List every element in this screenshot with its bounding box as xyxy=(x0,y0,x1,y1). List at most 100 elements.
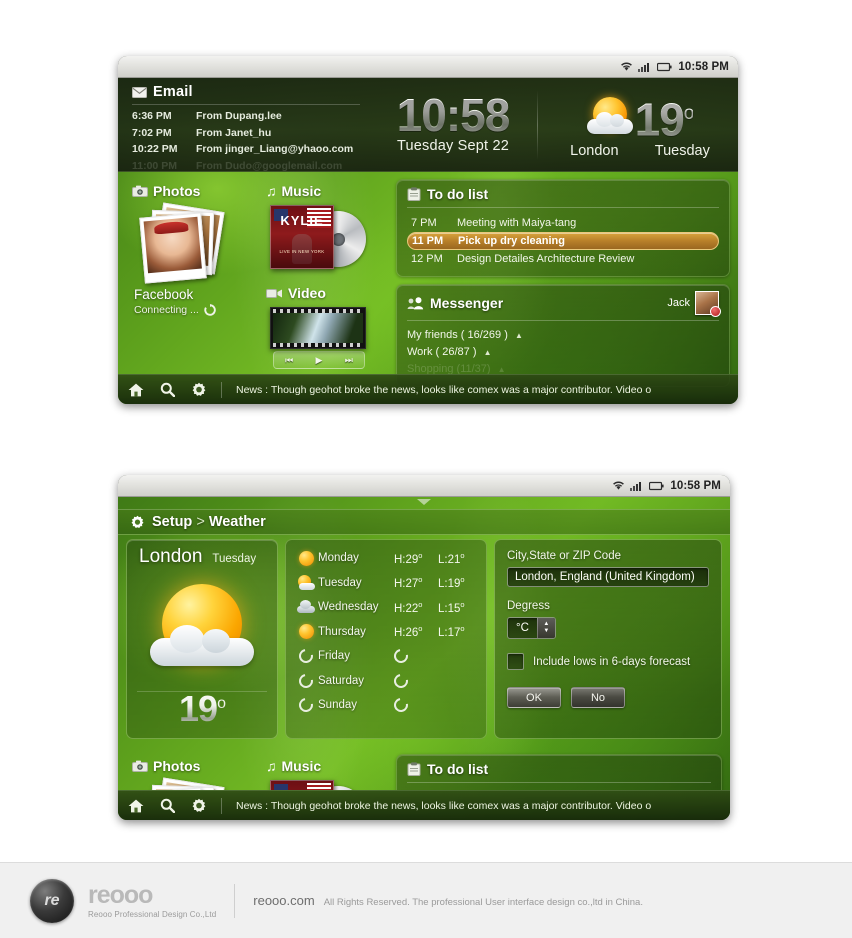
column-todo: To do list 7 PM Meeting with Maiya-tang … xyxy=(396,754,722,790)
forecast-list: Monday H:29o L:21o Tuesday H:27o L:19o W… xyxy=(285,539,487,739)
forecast-row[interactable]: Monday H:29o L:21o xyxy=(294,546,478,571)
degrees-stepper[interactable]: °C ▲ ▼ xyxy=(507,617,556,639)
dialog-buttons: OK No xyxy=(507,687,709,708)
forecast-day: Wednesday xyxy=(318,601,379,614)
forecast-row[interactable]: Saturday xyxy=(294,669,478,694)
clock-widget[interactable]: 10:58 Tuesday Sept 22 xyxy=(368,78,538,172)
footer-site[interactable]: reooo.com xyxy=(253,893,314,908)
todo-widget[interactable]: To do list 7 PM Meeting with Maiya-tang … xyxy=(396,754,722,790)
setup-widget-area: Photos ♫ Music KYLIE xyxy=(118,747,730,790)
forecast-row[interactable]: Thursday H:26o L:17o xyxy=(294,620,478,645)
next-button[interactable]: ⏭ xyxy=(345,355,353,366)
forecast-row[interactable]: Friday xyxy=(294,644,478,669)
sun-behind-cloud-icon xyxy=(150,584,254,680)
photos-widget-header[interactable]: Photos xyxy=(132,183,254,199)
video-widget-header[interactable]: Video xyxy=(266,285,390,301)
home-icon[interactable] xyxy=(128,799,144,813)
todo-row[interactable]: 12 PM Design Detailes Architecture Revie… xyxy=(407,250,719,268)
logo-text-group: reooo Reooo Professional Design Co.,Ltd xyxy=(88,882,216,919)
messenger-widget[interactable]: Messenger Jack My friends ( 16/269 ) ▲ W… xyxy=(396,284,730,387)
stepper-up-icon[interactable]: ▲ xyxy=(543,621,549,628)
degrees-value: °C xyxy=(516,622,529,634)
todo-divider xyxy=(407,207,719,208)
music-note-icon: ♫ xyxy=(266,758,277,774)
forecast-row[interactable]: Tuesday H:27o L:19o xyxy=(294,571,478,596)
forecast-high-loading xyxy=(391,646,438,666)
logo-subtitle: Reooo Professional Design Co.,Ltd xyxy=(88,910,217,919)
prev-button[interactable]: ⏮ xyxy=(285,355,293,366)
chevron-down-icon[interactable] xyxy=(417,499,431,505)
column-photos: Photos xyxy=(126,754,254,790)
include-lows-row[interactable]: Include lows in 6-days forecast xyxy=(507,653,709,670)
video-controls[interactable]: ⏮ ▶ ⏭ xyxy=(273,351,365,369)
album-title: KYLIE xyxy=(280,213,324,228)
breadcrumb-root[interactable]: Setup xyxy=(152,514,192,530)
todo-title: To do list xyxy=(427,761,489,777)
footer-divider xyxy=(234,883,236,918)
email-row[interactable]: 10:22 PM From jinger_Liang@yhaoo.com xyxy=(132,141,368,158)
music-widget-header[interactable]: ♫ Music xyxy=(266,758,390,774)
music-album-art[interactable]: KYLIE LIVE IN NEW YORK xyxy=(270,205,366,275)
no-button[interactable]: No xyxy=(571,687,625,708)
forecast-day: Tuesday xyxy=(318,576,362,589)
current-city: London xyxy=(139,546,203,567)
chevron-up-icon[interactable]: ▲ xyxy=(484,348,492,357)
messenger-user[interactable]: Jack xyxy=(667,291,721,317)
email-widget[interactable]: Email 6:36 PM From Dupang.lee 7:02 PM Fr… xyxy=(118,78,368,172)
breadcrumb: Setup > Weather xyxy=(152,514,266,530)
play-button[interactable]: ▶ xyxy=(316,355,323,366)
todo-row-selected[interactable]: 11 PM Pick up dry cleaning xyxy=(407,232,719,250)
photo-stack[interactable] xyxy=(139,777,226,790)
ok-button[interactable]: OK xyxy=(507,687,561,708)
todo-time: 12 PM xyxy=(411,253,443,265)
chevron-up-icon[interactable]: ▲ xyxy=(515,331,523,340)
column-photos-facebook: Photos Facebook Connecting ... xyxy=(126,179,254,374)
include-lows-label: Include lows in 6-days forecast xyxy=(533,655,691,668)
stepper-arrows[interactable]: ▲ ▼ xyxy=(536,618,555,638)
video-label: Video xyxy=(288,285,326,301)
breadcrumb-separator: > xyxy=(196,514,205,530)
gear-icon[interactable] xyxy=(191,798,207,814)
current-temp: 19o xyxy=(127,688,277,730)
email-row[interactable]: 6:36 PM From Dupang.lee xyxy=(132,108,368,125)
stepper-down-icon[interactable]: ▼ xyxy=(543,628,549,635)
todo-row[interactable]: 7 PM Meeting with Maiya-tang xyxy=(407,214,719,232)
forecast-row[interactable]: Wednesday H:22o L:15o xyxy=(294,595,478,620)
dock-icon-group xyxy=(128,798,207,814)
search-icon[interactable] xyxy=(160,798,175,813)
photo-thumb xyxy=(139,212,207,284)
current-day: Tuesday xyxy=(212,553,257,565)
messenger-group-row[interactable]: My friends ( 16/269 ) ▲ xyxy=(407,327,719,344)
gear-icon[interactable] xyxy=(191,382,207,398)
status-bar-home: 10:58 PM xyxy=(118,56,738,78)
music-album-art[interactable]: KYLIE xyxy=(270,780,366,790)
news-ticker[interactable]: News : Though geohot broke the news, loo… xyxy=(236,800,720,812)
weather-widget[interactable]: 19o London Tuesday xyxy=(538,78,738,172)
camera-icon xyxy=(132,185,148,197)
music-widget-header[interactable]: ♫ Music xyxy=(266,183,390,199)
home-top-bar: Email 6:36 PM From Dupang.lee 7:02 PM Fr… xyxy=(118,78,738,172)
todo-widget[interactable]: To do list 7 PM Meeting with Maiya-tang … xyxy=(396,179,730,277)
cloud-icon xyxy=(294,600,318,614)
news-ticker[interactable]: News : Though geohot broke the news, loo… xyxy=(236,384,728,396)
email-row[interactable]: 7:02 PM From Janet_hu xyxy=(132,125,368,142)
album-cover: KYLIE xyxy=(270,780,334,790)
gear-icon[interactable] xyxy=(130,515,145,530)
zip-input[interactable]: London, England (United Kingdom) xyxy=(507,567,709,587)
avatar[interactable] xyxy=(695,291,721,317)
facebook-title[interactable]: Facebook xyxy=(134,287,254,302)
photo-stack[interactable] xyxy=(139,202,226,284)
forecast-low: L:15o xyxy=(438,599,465,615)
photos-widget-header[interactable]: Photos xyxy=(132,758,254,774)
search-icon[interactable] xyxy=(160,382,175,397)
video-player[interactable]: ⏮ ▶ ⏭ xyxy=(270,307,366,369)
home-icon[interactable] xyxy=(128,383,144,397)
chevron-up-icon[interactable]: ▲ xyxy=(498,365,506,374)
email-time: 7:02 PM xyxy=(132,126,172,139)
forecast-row[interactable]: Sunday xyxy=(294,693,478,718)
include-lows-checkbox[interactable] xyxy=(507,653,524,670)
current-weather-card[interactable]: London Tuesday 19o xyxy=(126,539,278,739)
forecast-day: Monday xyxy=(318,552,359,565)
messenger-group-row[interactable]: Work ( 26/87 ) ▲ xyxy=(407,344,719,361)
forecast-high: H:26o xyxy=(394,624,423,640)
